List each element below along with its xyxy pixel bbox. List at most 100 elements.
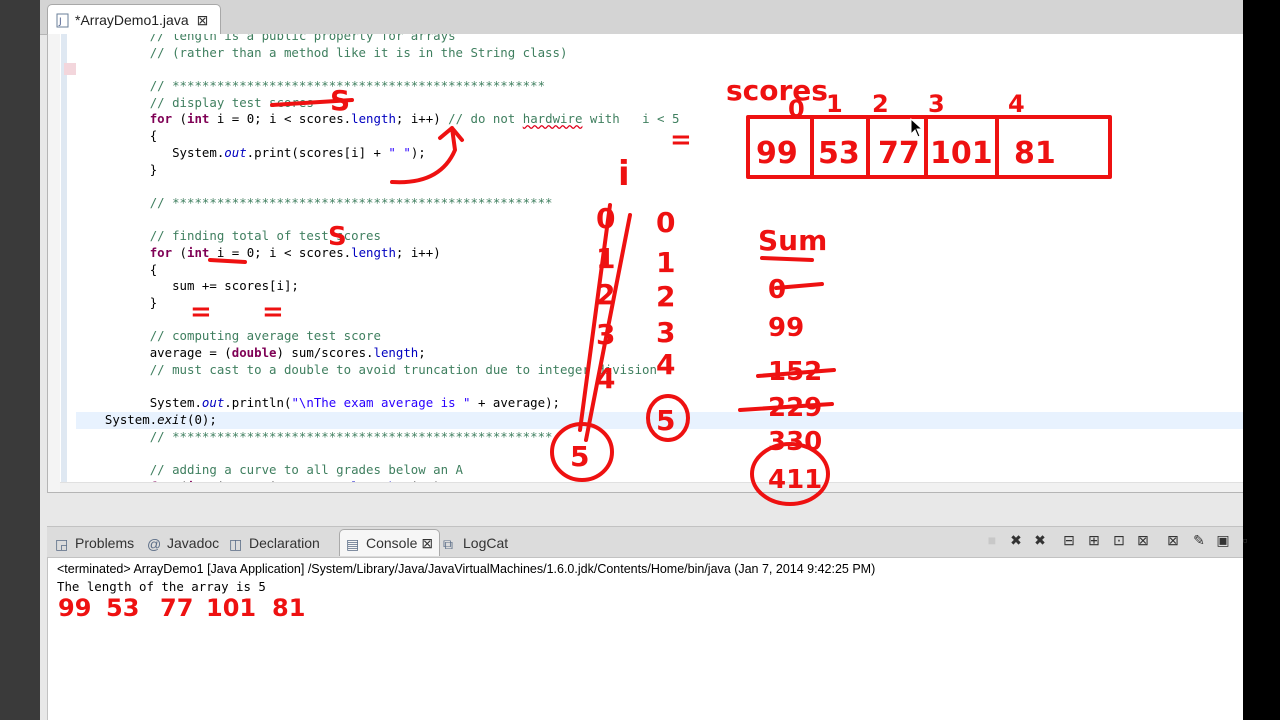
code-token: int [187, 244, 210, 260]
code-line[interactable]: // adding a curve to all grades below an… [90, 462, 1243, 479]
code-line[interactable]: sum += scores[i]; [90, 278, 1243, 295]
code-line[interactable]: } [90, 295, 1243, 312]
logcat-icon: ⧉ [443, 536, 453, 552]
code-token: // adding a curve to all grades below an… [149, 461, 463, 477]
code-token: length [351, 111, 396, 127]
code-token: ; i++) [395, 244, 441, 260]
tab-logcat[interactable]: ⧉ LogCat [443, 533, 508, 553]
code-token: average = ( [149, 345, 232, 361]
java-file-icon: J [56, 13, 69, 27]
code-token: ) sum/scores. [276, 345, 374, 361]
code-line[interactable]: for (int i = 0; i < scores.length; i++) … [90, 111, 1243, 128]
tab-javadoc[interactable]: @ Javadoc [147, 533, 219, 553]
code-token: // *************************************… [149, 428, 553, 444]
code-line[interactable] [90, 212, 1243, 229]
clear-console-icon[interactable]: ⊟ [1060, 531, 1078, 549]
code-line[interactable] [90, 312, 1243, 329]
editor-tab-bar: J *ArrayDemo1.java ⊠ [40, 0, 1243, 35]
code-line[interactable]: // *************************************… [90, 78, 1243, 95]
open-console-icon[interactable]: ✎ [1190, 531, 1208, 549]
code-token: } [149, 295, 158, 310]
code-line[interactable] [90, 61, 1243, 78]
horizontal-scrollbar[interactable] [60, 482, 1243, 492]
code-token: { [149, 128, 158, 144]
code-line[interactable]: // length is a public property for array… [90, 34, 1243, 45]
tab-label: LogCat [463, 535, 509, 551]
code-token: } [149, 161, 158, 177]
remove-launch-icon[interactable]: ✖ [1007, 531, 1025, 549]
code-line[interactable]: // *************************************… [90, 195, 1243, 212]
right-black-bar [1243, 0, 1280, 720]
problems-icon: ◲ [55, 536, 69, 552]
code-editor[interactable]: // length is a public property for array… [47, 34, 1243, 493]
code-token: hardwire [522, 111, 583, 127]
code-token: length [373, 345, 419, 361]
code-token: { [149, 261, 158, 277]
console-view[interactable]: <terminated> ArrayDemo1 [Java Applicatio… [47, 557, 1243, 720]
minimize-icon[interactable]: ▫ [1236, 531, 1254, 549]
code-token: // display test scores [149, 94, 314, 110]
code-token: i = 0; i < scores. [209, 244, 352, 260]
code-line[interactable] [90, 178, 1243, 195]
javadoc-icon: @ [147, 536, 162, 552]
code-token: + average); [470, 395, 561, 411]
tab-label: Declaration [249, 535, 320, 551]
code-token: " " [388, 144, 411, 160]
code-line[interactable] [90, 445, 1243, 462]
remove-all-icon[interactable]: ✖ [1031, 531, 1049, 549]
code-text[interactable]: // length is a public property for array… [76, 34, 1243, 492]
code-token: ); [410, 144, 426, 160]
code-token: // (rather than a method like it is in t… [149, 44, 568, 60]
mouse-cursor-icon [910, 118, 924, 138]
console-header: <terminated> ArrayDemo1 [Java Applicatio… [57, 562, 876, 576]
code-line[interactable]: for (int i = 0; i < scores.length; i++) [90, 245, 1243, 262]
code-token: // *************************************… [149, 194, 553, 210]
code-token: length [351, 244, 396, 260]
code-token: .print(scores[i] + [246, 144, 389, 160]
editor-tab[interactable]: J *ArrayDemo1.java ⊠ [47, 4, 221, 35]
code-line[interactable]: // computing average test score [90, 328, 1243, 345]
code-token: // must cast to a double to avoid trunca… [149, 361, 657, 377]
code-token: out [201, 395, 225, 411]
show-console-icon[interactable]: ⊠ [1134, 531, 1152, 549]
code-line[interactable]: // (rather than a method like it is in t… [90, 45, 1243, 62]
display-console-icon[interactable]: ▣ [1214, 531, 1232, 549]
code-line[interactable]: { [90, 262, 1243, 279]
code-token: out [224, 144, 247, 160]
editor-tab-label: *ArrayDemo1.java [75, 12, 189, 28]
code-line[interactable]: System.out.print(scores[i] + " "); [90, 145, 1243, 162]
tab-problems[interactable]: ◲ Problems [55, 533, 134, 553]
word-wrap-icon[interactable]: ⊡ [1110, 531, 1128, 549]
overview-strip [61, 34, 67, 492]
code-token: "\nThe exam average is " [291, 395, 471, 411]
tab-label: Console [366, 535, 418, 551]
eclipse-window: J *ArrayDemo1.java ⊠ // length is a publ… [40, 0, 1243, 720]
close-tab-icon[interactable]: ⊠ [197, 12, 209, 29]
terminate-icon[interactable]: ■ [983, 531, 1001, 549]
code-line[interactable]: // *************************************… [90, 429, 1243, 446]
code-token: i = 0; i < scores. [209, 111, 352, 127]
code-line[interactable]: // display test scores [90, 95, 1243, 112]
code-line[interactable]: } [90, 162, 1243, 179]
pin-console-icon[interactable]: ⊠ [1164, 531, 1182, 549]
code-token: with i < 5 [582, 111, 680, 127]
code-token: exit [157, 411, 187, 427]
code-line[interactable]: System.out.println("\nThe exam average i… [90, 395, 1243, 412]
close-tab-icon[interactable]: ⊠ [421, 535, 433, 552]
code-token: int [187, 111, 210, 127]
code-token: // finding total of test scores [149, 228, 381, 244]
tab-declaration[interactable]: ◫ Declaration [229, 533, 320, 553]
scroll-lock-icon[interactable]: ⊞ [1085, 531, 1103, 549]
editor-ruler [48, 34, 60, 492]
tab-label: Javadoc [167, 535, 220, 551]
code-line[interactable] [90, 378, 1243, 395]
code-line[interactable]: // finding total of test scores [90, 228, 1243, 245]
tab-console[interactable]: ▤ Console ⊠ [339, 529, 441, 556]
code-line[interactable]: System.exit(0); [76, 411, 1243, 429]
code-token: sum += scores[i]; [172, 278, 299, 294]
breakpoint-marker[interactable] [64, 63, 76, 75]
code-token: System. [172, 144, 225, 160]
code-line[interactable]: // must cast to a double to avoid trunca… [90, 362, 1243, 379]
code-line[interactable]: { [90, 128, 1243, 145]
code-line[interactable]: average = (double) sum/scores.length; [90, 345, 1243, 362]
